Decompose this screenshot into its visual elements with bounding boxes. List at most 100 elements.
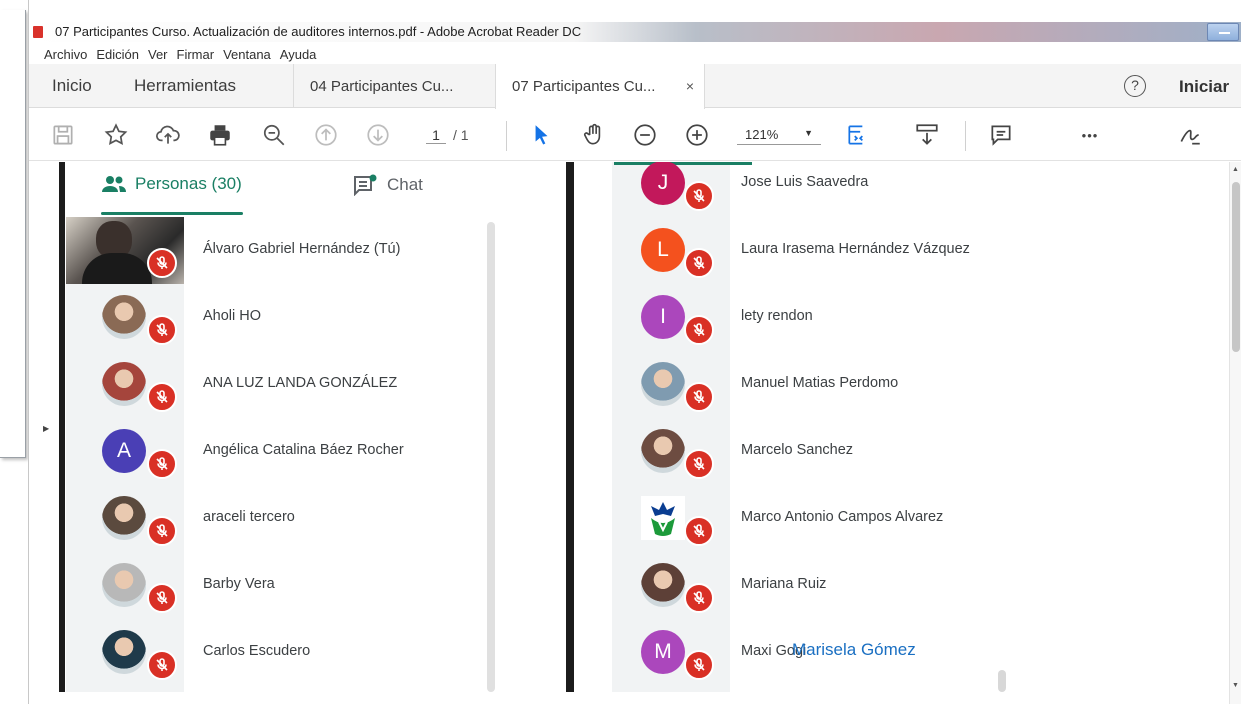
mic-off-icon <box>684 315 714 345</box>
participant-name: Álvaro Gabriel Hernández (Tú) <box>203 241 401 257</box>
acrobat-window: 07 Participantes Curso. Actualización de… <box>28 0 1244 704</box>
scroll-up-icon[interactable]: ▲ <box>1232 166 1239 173</box>
chat-icon <box>354 174 377 196</box>
mic-off-icon <box>684 181 714 211</box>
avatar-letter: I <box>641 295 685 339</box>
participant-name: Laura Irasema Hernández Vázquez <box>741 241 970 257</box>
participant-name: Carlos Escudero <box>203 643 311 659</box>
avatar-logo <box>641 496 685 540</box>
tab-people-label: Personas (30) <box>135 174 242 193</box>
participant-row[interactable]: Barby Vera <box>65 552 485 619</box>
mic-off-icon <box>147 382 177 412</box>
title-bar[interactable]: 07 Participantes Curso. Actualización de… <box>29 22 1241 42</box>
menu-ayuda[interactable]: Ayuda <box>280 47 317 62</box>
star-icon[interactable] <box>102 121 130 149</box>
mic-off-icon <box>147 315 177 345</box>
cursor-icon[interactable] <box>527 121 555 149</box>
participant-row[interactable]: Aholi HO <box>65 284 485 351</box>
background-window <box>0 0 28 704</box>
doc-tab-label: 07 Participantes Cu... <box>512 78 656 95</box>
scroll-down-icon[interactable]: ▼ <box>1232 682 1239 689</box>
scroll-thumb[interactable] <box>1232 182 1240 352</box>
participant-row[interactable]: L Laura Irasema Hernández Vázquez <box>574 217 1094 284</box>
mic-off-icon <box>684 248 714 278</box>
page-up-icon[interactable] <box>312 121 340 149</box>
participant-row[interactable]: araceli tercero <box>65 485 485 552</box>
sign-icon[interactable] <box>1176 121 1204 149</box>
tab-chat[interactable]: Chat <box>353 174 423 196</box>
participant-row[interactable]: Marcelo Sanchez <box>574 418 1094 485</box>
participant-name: Jose Luis Saavedra <box>741 174 869 190</box>
divider <box>566 162 574 692</box>
mic-off-icon <box>147 449 177 479</box>
scrollbar[interactable] <box>487 222 495 692</box>
fit-page-icon[interactable] <box>844 121 872 149</box>
signin-button[interactable]: Iniciar <box>1179 77 1229 97</box>
toolbar-divider <box>506 121 507 151</box>
toolbar-divider <box>965 121 966 151</box>
mic-off-icon <box>684 516 714 546</box>
zoom-select[interactable]: 121% ▼ <box>737 127 821 145</box>
participant-row[interactable]: A Angélica Catalina Báez Rocher <box>65 418 485 485</box>
participant-row[interactable]: Ilety rendon <box>574 284 1094 351</box>
close-icon[interactable]: × <box>686 78 694 94</box>
pdf-icon <box>33 26 43 38</box>
upload-icon[interactable] <box>154 121 182 149</box>
participant-name: ANA LUZ LANDA GONZÁLEZ <box>203 375 398 391</box>
tab-tools[interactable]: Herramientas <box>134 76 236 96</box>
print-icon[interactable] <box>206 121 234 149</box>
mic-off-icon <box>684 583 714 613</box>
participant-name: lety rendon <box>741 308 813 324</box>
participant-row[interactable]: ANA LUZ LANDA GONZÁLEZ <box>65 351 485 418</box>
doc-tab-label: 04 Participantes Cu... <box>310 78 454 95</box>
mic-off-icon <box>684 382 714 412</box>
tab-people[interactable]: Personas (30) <box>101 174 242 194</box>
menu-firmar[interactable]: Firmar <box>177 47 215 62</box>
participant-name: Manuel Matias Perdomo <box>741 375 899 391</box>
comment-icon[interactable] <box>987 121 1015 149</box>
zoom-search-icon[interactable] <box>260 121 288 149</box>
tab-indicator <box>101 212 243 215</box>
participant-name: Barby Vera <box>203 576 275 592</box>
zoom-out-icon[interactable] <box>631 121 659 149</box>
doc-tab-04[interactable]: 04 Participantes Cu... <box>293 64 495 108</box>
zoom-in-icon[interactable] <box>683 121 711 149</box>
menu-ver[interactable]: Ver <box>148 47 168 62</box>
menu-edicion[interactable]: Edición <box>96 47 139 62</box>
participant-name: Mariana Ruiz <box>741 576 827 592</box>
more-icon[interactable]: ••• <box>1076 121 1104 149</box>
tab-chat-label: Chat <box>387 175 423 194</box>
avatar-photo <box>641 563 685 607</box>
avatar-photo <box>102 362 146 406</box>
page-number-input[interactable]: 1 <box>426 127 446 144</box>
menu-ventana[interactable]: Ventana <box>223 47 271 62</box>
participant-row[interactable]: Marco Antonio Campos Alvarez <box>574 485 1094 552</box>
doc-tab-07[interactable]: 07 Participantes Cu... × <box>495 64 705 109</box>
participant-row[interactable]: J Jose Luis Saavedra <box>574 162 1094 217</box>
page-total: / 1 <box>453 127 469 143</box>
panel-toggle-icon[interactable]: ▶ <box>43 424 49 433</box>
participant-row[interactable]: Manuel Matias Perdomo <box>574 351 1094 418</box>
save-icon[interactable] <box>49 121 77 149</box>
mic-off-icon <box>684 650 714 680</box>
scroll-mode-icon[interactable] <box>913 121 941 149</box>
hand-icon[interactable] <box>580 121 608 149</box>
participant-row[interactable]: Carlos Escudero <box>65 619 485 686</box>
menu-archivo[interactable]: Archivo <box>44 47 87 62</box>
avatar-letter: J <box>641 162 685 205</box>
tab-home[interactable]: Inicio <box>52 76 92 96</box>
page-down-icon[interactable] <box>364 121 392 149</box>
page-scrollbar[interactable]: ▲ ▼ <box>1229 162 1241 704</box>
mic-off-icon <box>147 583 177 613</box>
chevron-down-icon: ▼ <box>804 128 813 138</box>
help-icon[interactable]: ? <box>1124 75 1146 97</box>
annotation-text: Marisela Gómez <box>792 640 916 659</box>
minimize-button[interactable] <box>1207 23 1239 41</box>
participant-row[interactable]: Mariana Ruiz <box>574 552 1094 619</box>
avatar-photo <box>102 295 146 339</box>
mic-off-icon <box>684 449 714 479</box>
participant-name: Aholi HO <box>203 308 262 324</box>
avatar-photo <box>641 429 685 473</box>
participants-panel-right: J Jose Luis Saavedra L Laura Irasema Hernán… <box>574 162 1024 692</box>
participant-row[interactable]: Álvaro Gabriel Hernández (Tú) <box>65 217 485 284</box>
